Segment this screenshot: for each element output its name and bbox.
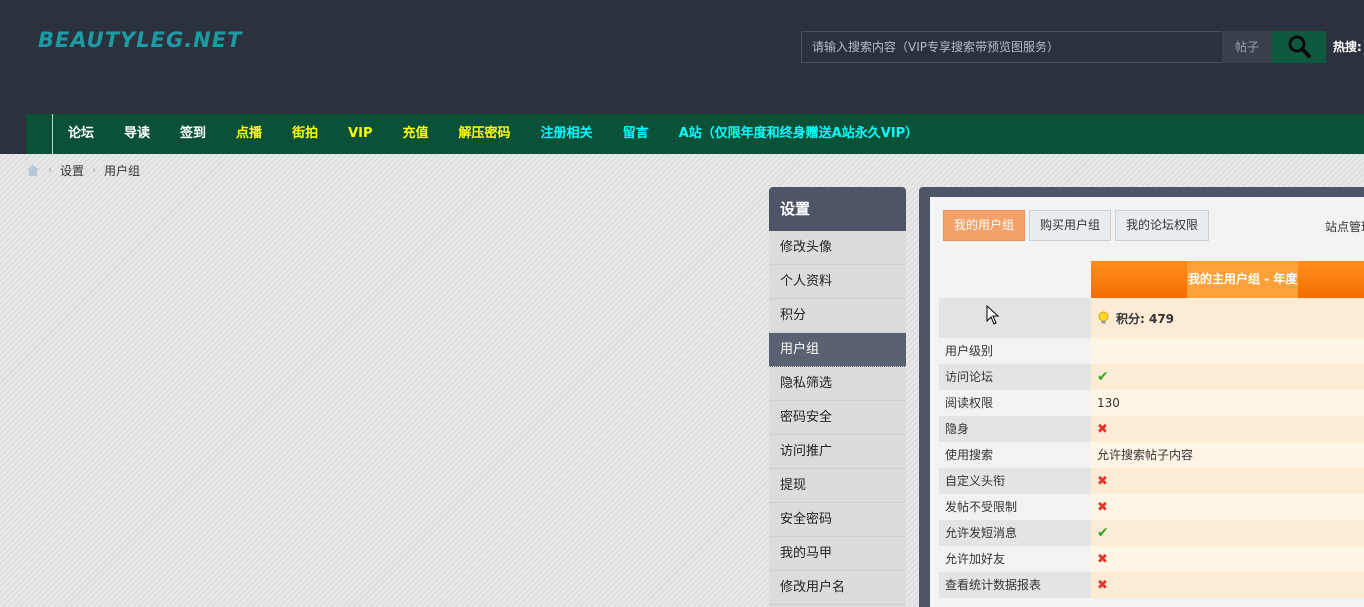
nav-item[interactable]: 留言 [608, 114, 664, 154]
search-input[interactable]: 请输入搜索内容（VIP专享搜索带预览图服务） [801, 31, 1223, 63]
permission-label: 访问论坛 [939, 364, 1091, 390]
permissions-table: 用户级别 访问论坛 ✔ 阅读权限 130 隐身 ✖ 使用搜索 允许搜索帖子内容 自定义头衔 ✖ 发帖不… [939, 338, 1364, 598]
sidebar-item[interactable]: 我的马甲 [769, 537, 906, 571]
sidebar-item[interactable]: 密码安全 [769, 401, 906, 435]
tab-forum-permissions[interactable]: 我的论坛权限 [1115, 210, 1210, 241]
settings-sidebar: 设置 修改头像 个人资料 积分 用户组 隐私筛选 密码安全 访问推广 提现 安全密码 我的马甲 修改… [769, 187, 906, 607]
table-row: 允许加好友 ✖ [939, 546, 1364, 572]
table-row: 查看统计数据报表 ✖ [939, 572, 1364, 598]
nav-item[interactable]: 导读 [109, 114, 165, 154]
nav-list: 论坛 导读 签到 点播 街拍 VIP 充值 解压密码 注册相关 留言 A站（仅限年度和终身赠送A站永… [52, 114, 933, 154]
table-row: 阅读权限 130 [939, 390, 1364, 416]
permission-label: 允许加好友 [939, 546, 1091, 572]
permission-value: 130 [1097, 396, 1120, 410]
nav-item[interactable]: 签到 [165, 114, 221, 154]
nav-item[interactable]: VIP [333, 114, 387, 154]
sidebar-item[interactable]: 修改用户名 [769, 571, 906, 605]
breadcrumb-settings[interactable]: 设置 [60, 162, 84, 179]
permission-value: 允许搜索帖子内容 [1097, 448, 1194, 462]
permission-label: 发帖不受限制 [939, 494, 1091, 520]
breadcrumb-separator: › [48, 165, 52, 176]
cross-icon: ✖ [1097, 578, 1108, 593]
site-logo[interactable]: BEAUTYLEG.NET [38, 28, 242, 52]
sidebar-list: 修改头像 个人资料 积分 用户组 隐私筛选 密码安全 访问推广 提现 安全密码 我的马甲 修改用户名 [769, 231, 906, 605]
table-row: 使用搜索 允许搜索帖子内容 [939, 442, 1364, 468]
nav-item[interactable]: 解压密码 [444, 114, 526, 154]
permission-value-cell: ✖ [1091, 546, 1364, 572]
cross-icon: ✖ [1097, 552, 1108, 567]
sidebar-item[interactable]: 隐私筛选 [769, 367, 906, 401]
permission-value-cell: ✖ [1091, 416, 1364, 442]
nav-item[interactable]: 论坛 [53, 114, 109, 154]
permission-label: 隐身 [939, 416, 1091, 442]
sidebar-title: 设置 [769, 187, 906, 231]
tab-buy-usergroup[interactable]: 购买用户组 [1029, 210, 1112, 241]
search-button[interactable] [1272, 31, 1326, 63]
permission-label: 用户级别 [939, 338, 1091, 364]
lightbulb-icon [1098, 311, 1109, 324]
permission-label: 查看统计数据报表 [939, 572, 1091, 598]
table-row: 访问论坛 ✔ [939, 364, 1364, 390]
sidebar-item[interactable]: 提现 [769, 469, 906, 503]
score-value: 积分: 479 [1116, 311, 1175, 326]
tab-my-usergroup[interactable]: 我的用户组 [943, 210, 1026, 241]
usergroup-tabs: 我的用户组 购买用户组 我的论坛权限 [943, 210, 1210, 241]
nav-item[interactable]: 充值 [388, 114, 444, 154]
table-row: 隐身 ✖ [939, 416, 1364, 442]
sidebar-item[interactable]: 用户组 [769, 333, 906, 367]
breadcrumb-usergroup[interactable]: 用户组 [104, 162, 140, 179]
site-admin-link[interactable]: 站点管理 [1325, 218, 1364, 235]
sidebar-item[interactable]: 积分 [769, 299, 906, 333]
search-type-select[interactable]: 帖子 [1222, 31, 1272, 63]
group-header-title: 我的主用户组 - 年度 [1187, 261, 1299, 298]
table-row: 发帖不受限制 ✖ [939, 494, 1364, 520]
permission-value-cell: ✔ [1091, 364, 1364, 390]
cross-icon: ✖ [1097, 422, 1108, 437]
nav-item[interactable]: A站（仅限年度和终身赠送A站永久VIP） [664, 114, 934, 154]
site-header: BEAUTYLEG.NET 请输入搜索内容（VIP专享搜索带预览图服务） 帖子 … [0, 0, 1364, 114]
score-row-label [939, 298, 1091, 338]
home-icon[interactable] [26, 164, 40, 177]
permission-label: 使用搜索 [939, 442, 1091, 468]
permission-label: 自定义头衔 [939, 468, 1091, 494]
check-icon: ✔ [1097, 525, 1109, 541]
permission-value-cell: 允许搜索帖子内容 [1091, 442, 1364, 468]
permission-value-cell: 130 [1091, 390, 1364, 416]
sidebar-item[interactable]: 个人资料 [769, 265, 906, 299]
nav-item[interactable]: 街拍 [277, 114, 333, 154]
hot-search-label: 热搜: [1333, 40, 1362, 54]
mouse-cursor-icon [986, 305, 1000, 325]
permission-value-cell [1091, 338, 1364, 364]
main-nav: 论坛 导读 签到 点播 街拍 VIP 充值 解压密码 注册相关 留言 A站（仅限年度和终身赠送A站永… [0, 114, 1364, 154]
nav-item[interactable]: 注册相关 [526, 114, 608, 154]
table-row: 自定义头衔 ✖ [939, 468, 1364, 494]
search-icon [1288, 35, 1311, 58]
breadcrumb: › 设置 › 用户组 [26, 162, 140, 179]
score-row: 积分: 479 [1091, 298, 1364, 338]
permission-label: 允许发短消息 [939, 520, 1091, 546]
sidebar-item[interactable]: 修改头像 [769, 231, 906, 265]
group-header: 我的主用户组 - 年度 [1091, 261, 1364, 298]
breadcrumb-separator: › [92, 165, 97, 176]
cross-icon: ✖ [1097, 500, 1108, 515]
check-icon: ✔ [1097, 369, 1109, 385]
permission-value-cell: ✖ [1091, 468, 1364, 494]
sidebar-item[interactable]: 安全密码 [769, 503, 906, 537]
permission-value-cell: ✖ [1091, 572, 1364, 598]
table-row: 允许发短消息 ✔ [939, 520, 1364, 546]
permission-value-cell: ✖ [1091, 494, 1364, 520]
permission-label: 阅读权限 [939, 390, 1091, 416]
table-row: 用户级别 [939, 338, 1364, 364]
nav-item[interactable]: 点播 [221, 114, 277, 154]
cross-icon: ✖ [1097, 474, 1108, 489]
permission-value-cell: ✔ [1091, 520, 1364, 546]
sidebar-item[interactable]: 访问推广 [769, 435, 906, 469]
